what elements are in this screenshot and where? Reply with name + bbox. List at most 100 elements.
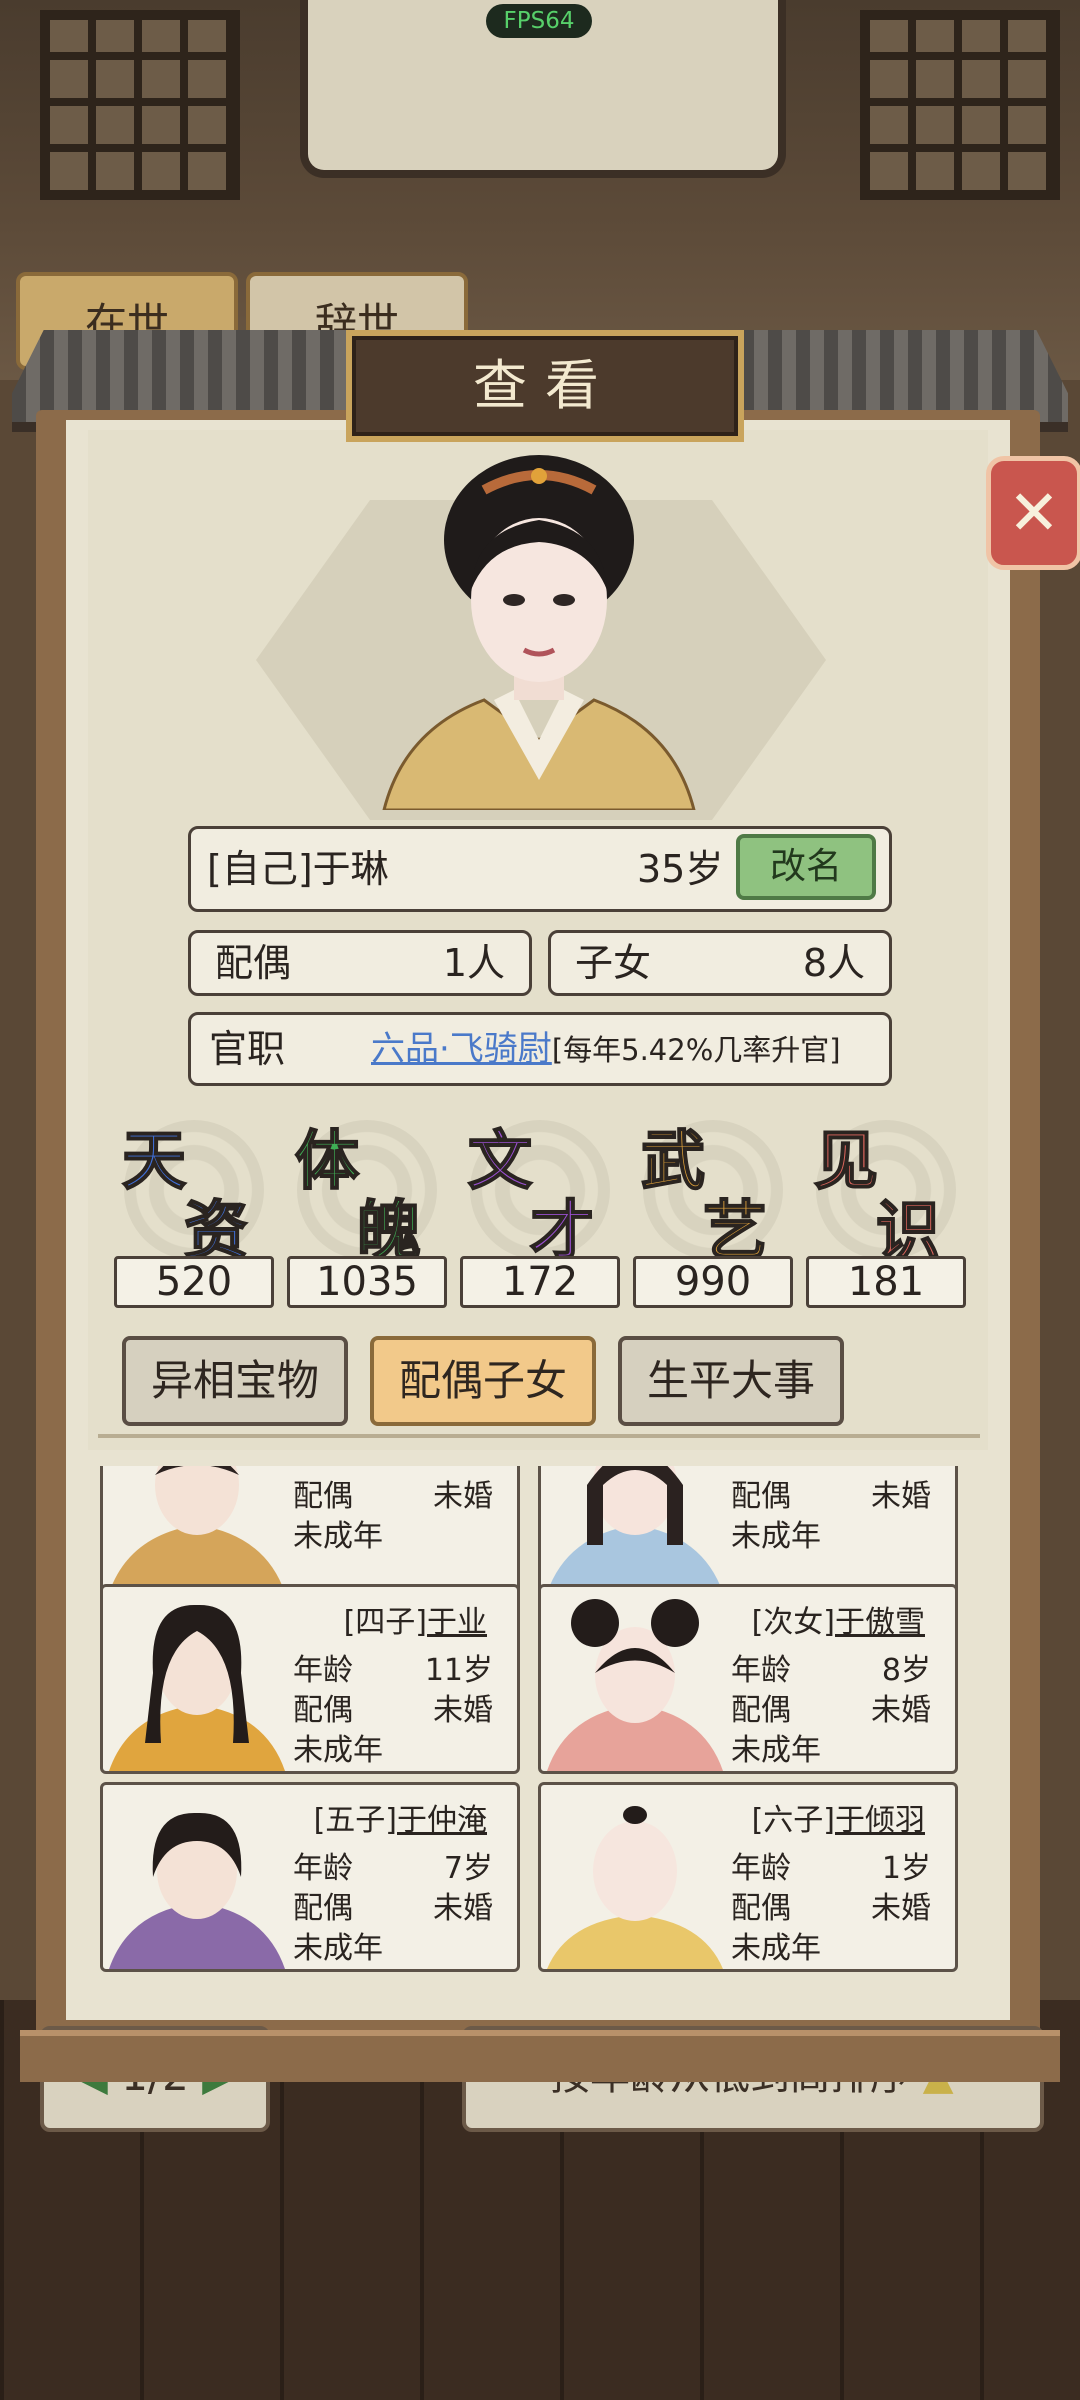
child-name-link[interactable]: 于倾羽 [835,1803,925,1838]
stat-aptitude: 天资 [114,1110,274,1270]
stat-physique: 体魄 [287,1110,447,1270]
stat-char: 文 [467,1124,533,1200]
status-line: 未成年 [293,1733,383,1768]
age-line: 年龄 8岁 [731,1645,931,1689]
character-portrait [382,455,696,810]
official-label: 官职 [209,1027,286,1071]
stat-value-literary: 172 [460,1256,620,1308]
dialog-base [20,2030,1060,2082]
child-card[interactable]: [四子]于业 年龄 11岁 配偶 未婚 未成年 [100,1584,520,1774]
spouse-label: 配偶 [293,1693,353,1728]
children-count: 8人 [802,941,865,985]
children-row: 子女 8人 [548,930,892,996]
child-avatar [109,1604,285,1771]
children-label: 子女 [575,941,652,985]
child-card[interactable]: [次女]于傲雪 年龄 8岁 配偶 未婚 未成年 [538,1584,958,1774]
child-tag: [次女] [751,1605,835,1640]
stat-martial: 武艺 [633,1110,793,1270]
spouse-line: 配偶 未婚 [731,1883,931,1927]
spouse-label: 配偶 [293,1891,353,1926]
stat-char: 体 [294,1124,360,1200]
close-x-icon: ✕ [1008,476,1060,549]
tab-life-events[interactable]: 生平大事 [618,1336,844,1426]
spouse-value: 未婚 [871,1479,931,1514]
age-line: 年龄 1岁 [731,1843,931,1887]
child-avatar [547,1466,723,1593]
spouse-line: 配偶 未婚 [731,1471,931,1515]
spouse-value: 未婚 [433,1479,493,1514]
child-name: [五子]于仲淹 [314,1795,487,1839]
child-name: [四子]于业 [344,1597,487,1641]
spouse-label: 配偶 [293,1479,353,1514]
child-avatar [109,1812,285,1969]
spouse-line: 配偶 未婚 [293,1471,493,1515]
child-tag: [四子] [343,1605,427,1640]
spouse-label: 配偶 [215,941,292,985]
stat-char: 天 [121,1124,187,1200]
age-label: 年龄 [731,1653,791,1688]
stat-value-knowledge: 181 [806,1256,966,1308]
age-label: 年龄 [293,1851,353,1886]
child-tag: [六子] [751,1803,835,1838]
child-card[interactable]: [六子]于倾羽 年龄 1岁 配偶 未婚 未成年 [538,1782,958,1972]
promotion-note: [每年5.42%几率升官] [551,1033,841,1067]
age-value: 8岁 [881,1653,931,1688]
spouse-value: 未婚 [433,1891,493,1926]
close-button[interactable]: ✕ [986,456,1080,570]
age-line: 年龄 11岁 [293,1645,493,1689]
child-card[interactable]: [五子]于仲淹 年龄 7岁 配偶 未婚 未成年 [100,1782,520,1972]
age-label: 年龄 [731,1851,791,1886]
tab-treasures[interactable]: 异相宝物 [122,1336,348,1426]
status-line: 未成年 [731,1931,821,1966]
age-value: 11岁 [424,1653,493,1688]
status-line: 未成年 [731,1519,821,1554]
age-value: 1岁 [881,1851,931,1886]
stat-char: 武 [640,1124,706,1200]
fps-counter: FPS64 [486,4,592,38]
divider [98,1434,980,1438]
age-line: 年龄 7岁 [293,1843,493,1887]
child-name-link[interactable]: 于业 [427,1605,487,1640]
child-avatar [109,1466,285,1593]
spouse-value: 未婚 [871,1891,931,1926]
spouse-count: 1人 [442,941,505,985]
dialog-title: 查看 [346,330,744,442]
stat-value-aptitude: 520 [114,1256,274,1308]
official-row: 官职 六品·飞骑尉[每年5.42%几率升官] [188,1012,892,1086]
spouse-value: 未婚 [871,1693,931,1728]
official-rank-link[interactable]: 六品·飞骑尉 [371,1029,552,1069]
character-name: [自己]于琳 [207,847,389,891]
stat-literary: 文才 [460,1110,620,1270]
rename-button[interactable]: 改名 [736,834,876,900]
spouse-line: 配偶 未婚 [293,1883,493,1927]
child-tag: [五子] [313,1803,397,1838]
spouse-value: 未婚 [433,1693,493,1728]
spouse-label: 配偶 [731,1693,791,1728]
stat-knowledge: 见识 [806,1110,966,1270]
status-line: 未成年 [731,1733,821,1768]
child-avatar [547,1599,723,1771]
window-lattice-right [860,10,1060,200]
window-lattice-left [40,10,240,200]
child-name: [六子]于倾羽 [752,1795,925,1839]
spouse-line: 配偶 未婚 [293,1685,493,1729]
child-card[interactable]: 配偶 未婚 未成年 [538,1466,958,1596]
age-label: 年龄 [293,1653,353,1688]
status-line: 未成年 [293,1931,383,1966]
spouse-line: 配偶 未婚 [731,1685,931,1729]
age-value: 7岁 [443,1851,493,1886]
child-name: [次女]于傲雪 [752,1597,925,1641]
stat-value-martial: 990 [633,1256,793,1308]
spouse-label: 配偶 [731,1891,791,1926]
child-name-link[interactable]: 于傲雪 [835,1605,925,1640]
character-age: 35岁 [637,847,724,891]
spouse-row: 配偶 1人 [188,930,532,996]
children-list[interactable]: 配偶 未婚 未成年 配偶 未婚 未成年 [四子]于业 年龄 11岁 配偶 未婚 未成年 … [100,1466,964,1986]
child-card[interactable]: 配偶 未婚 未成年 [100,1466,520,1596]
child-avatar [547,1806,723,1969]
stat-value-physique: 1035 [287,1256,447,1308]
tab-spouse-children[interactable]: 配偶子女 [370,1336,596,1426]
child-name-link[interactable]: 于仲淹 [397,1803,487,1838]
stat-char: 见 [813,1124,879,1200]
status-line: 未成年 [293,1519,383,1554]
